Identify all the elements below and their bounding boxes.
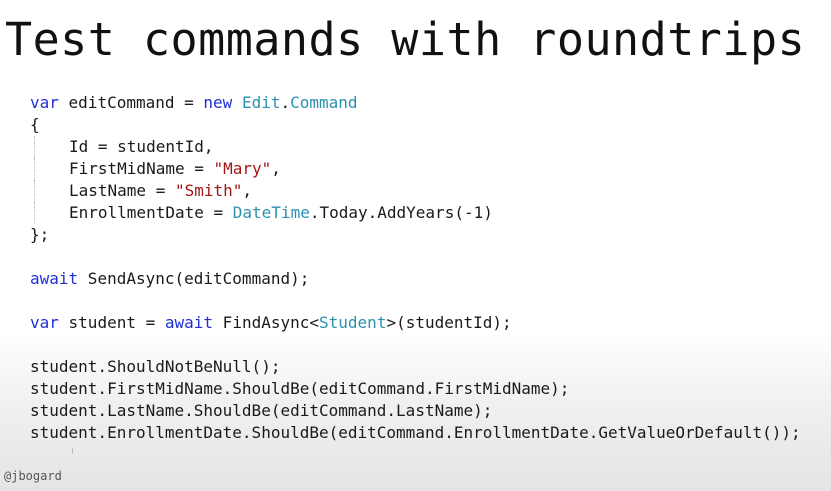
author-handle: @jbogard: [4, 469, 62, 483]
type-name: DateTime: [232, 203, 310, 222]
code-line-last-name: LastName = "Smith",: [30, 180, 801, 202]
keyword: await: [30, 269, 79, 288]
string-literal: "Smith": [174, 181, 243, 200]
code-line-edit-command: var editCommand = new Edit.Command: [30, 92, 801, 114]
code-line-first-mid-name-assert: student.FirstMidName.ShouldBe(editComman…: [30, 378, 801, 400]
code-line-find-async: var student = await FindAsync<Student>(s…: [30, 312, 801, 334]
code-block: var editCommand = new Edit.Command { Id …: [30, 92, 801, 444]
code-text: EnrollmentDate =: [69, 203, 233, 222]
code-text: };: [30, 225, 50, 244]
code-line-enrollment-date-assert: student.EnrollmentDate.ShouldBe(editComm…: [30, 422, 801, 444]
code-text: student.LastName.ShouldBe(editCommand.La…: [30, 401, 493, 420]
code-text: student.ShouldNotBeNull();: [30, 357, 281, 376]
type-name: Command: [290, 93, 358, 112]
code-text: FirstMidName =: [69, 159, 214, 178]
indent-guide: [34, 136, 73, 158]
type-name: Student: [319, 313, 387, 332]
code-line-first-mid-name: FirstMidName = "Mary",: [30, 158, 801, 180]
code-line-should-not-be-null: student.ShouldNotBeNull();: [30, 356, 801, 378]
keyword: var: [30, 313, 59, 332]
indent-guide: [34, 180, 73, 202]
code-line-id: Id = studentId,: [30, 136, 801, 158]
keyword: new: [203, 93, 233, 112]
type-name: Edit: [241, 93, 281, 112]
code-line-last-name-assert: student.LastName.ShouldBe(editCommand.La…: [30, 400, 801, 422]
code-text: {: [30, 115, 40, 134]
slide-title: Test commands with roundtrips: [5, 13, 806, 66]
code-text: FindAsync<: [213, 313, 320, 332]
code-text: editCommand =: [58, 93, 204, 112]
code-text: student.FirstMidName.ShouldBe(editComman…: [30, 379, 570, 398]
code-line-open-brace: {: [30, 114, 801, 136]
code-text: >(studentId);: [386, 313, 512, 332]
code-text: LastName =: [69, 181, 175, 200]
indent-guide: [34, 202, 73, 224]
code-text: student.EnrollmentDate.ShouldBe(editComm…: [30, 423, 801, 442]
keyword: await: [164, 313, 214, 332]
code-text: ,: [242, 181, 253, 200]
indent-guide: [34, 158, 73, 180]
code-line-enrollment-date: EnrollmentDate = DateTime.Today.AddYears…: [30, 202, 801, 224]
string-literal: "Mary": [213, 159, 272, 178]
code-line-close-brace: };: [30, 224, 801, 246]
code-line-send-async: await SendAsync(editCommand);: [30, 268, 801, 290]
keyword: var: [30, 93, 59, 112]
code-text: student =: [58, 313, 165, 332]
cursor-caret: [72, 448, 73, 454]
code-text: Id = studentId,: [69, 137, 214, 156]
code-text: SendAsync(editCommand);: [78, 269, 310, 288]
code-text: ,: [271, 159, 281, 178]
code-text: .: [280, 93, 291, 112]
code-text: .Today.AddYears(-1): [309, 203, 493, 222]
